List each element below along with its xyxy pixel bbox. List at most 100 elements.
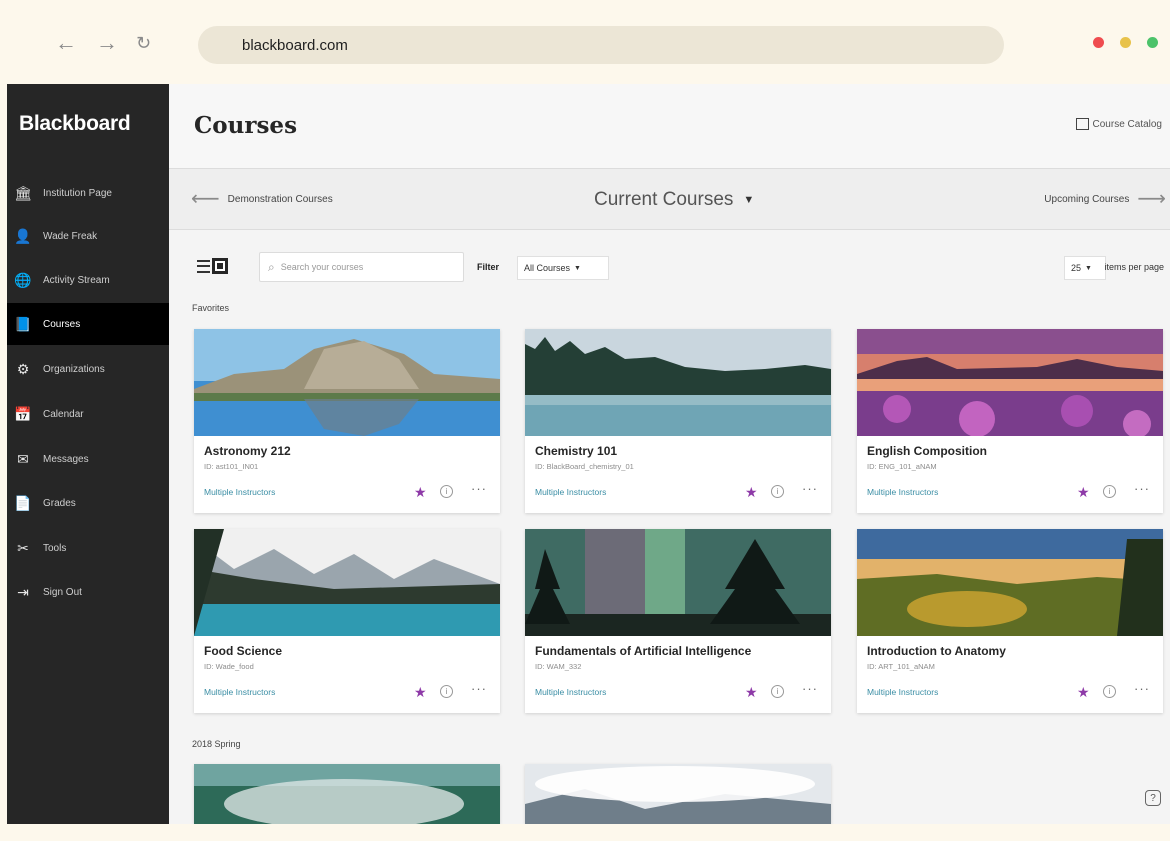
more-options-icon[interactable]: ···: [1134, 681, 1150, 696]
course-title[interactable]: English Composition: [867, 444, 987, 458]
sidebar-item-tools[interactable]: ✂ Tools: [7, 527, 169, 569]
more-options-icon[interactable]: ···: [471, 681, 487, 696]
course-instructors-link[interactable]: Multiple Instructors: [535, 687, 606, 697]
arrow-right-icon: ⟶: [1137, 188, 1166, 210]
favorite-star-icon[interactable]: ★: [1077, 684, 1090, 701]
sidebar: Blackboard 🏛 Institution Page 👤 Wade Fre…: [7, 84, 169, 824]
course-catalog-link[interactable]: Course Catalog: [1075, 118, 1162, 130]
list-view-icon[interactable]: [197, 259, 210, 273]
course-instructors-link[interactable]: Multiple Instructors: [204, 487, 275, 497]
browser-toolbar: ← → ↻ blackboard.com: [0, 0, 1170, 84]
course-card[interactable]: Chemistry 101 ID: BlackBoard_chemistry_0…: [525, 329, 831, 513]
more-options-icon[interactable]: ···: [802, 681, 818, 696]
favorite-star-icon[interactable]: ★: [1077, 484, 1090, 501]
grades-icon: 📄: [14, 494, 32, 511]
course-id: ID: BlackBoard_chemistry_01: [535, 462, 634, 471]
filter-dropdown[interactable]: All Courses ▼: [517, 256, 609, 280]
current-term-label: Current Courses: [594, 189, 734, 210]
course-card[interactable]: Fundamentals of Artificial Intelligence …: [525, 529, 831, 713]
sidebar-item-label: Courses: [43, 318, 81, 330]
course-title[interactable]: Introduction to Anatomy: [867, 644, 1006, 658]
url-text: blackboard.com: [242, 37, 348, 54]
sidebar-item-messages[interactable]: ✉ Messages: [7, 438, 169, 480]
more-options-icon[interactable]: ···: [1134, 481, 1150, 496]
tools-icon: ✂: [17, 539, 29, 556]
address-bar[interactable]: blackboard.com: [198, 26, 1004, 64]
course-search-input[interactable]: ⌕ Search your courses: [259, 252, 464, 282]
course-title[interactable]: Chemistry 101: [535, 444, 617, 458]
brand-logo[interactable]: Blackboard: [19, 112, 131, 136]
back-arrow-icon[interactable]: ←: [55, 32, 77, 54]
course-instructors-link[interactable]: Multiple Instructors: [867, 487, 938, 497]
next-term-button[interactable]: Upcoming Courses ⟶: [1044, 188, 1166, 210]
filter-value: All Courses: [524, 263, 571, 273]
course-image-hot-spring: [194, 764, 500, 824]
organizations-icon: ⚙: [16, 360, 30, 377]
info-icon[interactable]: i: [1103, 485, 1116, 498]
arrow-left-icon: ⟵: [191, 188, 220, 210]
course-instructors-link[interactable]: Multiple Instructors: [535, 487, 606, 497]
previous-term-label: Demonstration Courses: [227, 193, 333, 205]
course-image-forest-lake: [525, 329, 831, 436]
sidebar-item-label: Organizations: [43, 363, 105, 375]
reload-icon[interactable]: ↻: [136, 32, 151, 54]
calendar-icon: 📅: [14, 405, 32, 422]
favorite-star-icon[interactable]: ★: [414, 684, 427, 701]
items-per-page-dropdown[interactable]: 25 ▼: [1064, 256, 1106, 280]
sidebar-item-label: Institution Page: [43, 187, 112, 199]
course-id: ID: ART_101_aNAM: [867, 662, 935, 671]
sign-out-icon: ⇥: [17, 583, 29, 600]
forward-arrow-icon[interactable]: →: [96, 32, 118, 54]
app-window: Blackboard 🏛 Institution Page 👤 Wade Fre…: [7, 84, 1170, 824]
current-term-dropdown[interactable]: Current Courses ▼: [594, 189, 754, 211]
course-card[interactable]: Astronomy 212 ID: ast101_IN01 Multiple I…: [194, 329, 500, 513]
sidebar-item-activity-stream[interactable]: 🌐 Activity Stream: [7, 259, 169, 301]
info-icon[interactable]: i: [771, 685, 784, 698]
info-icon[interactable]: i: [440, 485, 453, 498]
course-image-aurora-trees: [525, 529, 831, 636]
sidebar-item-grades[interactable]: 📄 Grades: [7, 482, 169, 524]
favorite-star-icon[interactable]: ★: [414, 484, 427, 501]
sidebar-item-institution-page[interactable]: 🏛 Institution Page: [7, 172, 169, 214]
favorite-star-icon[interactable]: ★: [745, 684, 758, 701]
main-content: Courses Course Catalog ⟵ Demonstration C…: [169, 84, 1170, 824]
course-instructors-link[interactable]: Multiple Instructors: [204, 687, 275, 697]
sidebar-item-label: Sign Out: [43, 586, 82, 598]
course-card[interactable]: English Composition ID: ENG_101_aNAM Mul…: [857, 329, 1163, 513]
items-per-page-label: items per page: [1104, 262, 1164, 272]
course-title[interactable]: Fundamentals of Artificial Intelligence: [535, 644, 751, 658]
info-icon[interactable]: i: [440, 685, 453, 698]
sidebar-item-profile[interactable]: 👤 Wade Freak: [7, 215, 169, 257]
favorite-star-icon[interactable]: ★: [745, 484, 758, 501]
window-dot-yellow[interactable]: [1120, 37, 1131, 48]
course-catalog-label: Course Catalog: [1092, 118, 1162, 130]
sidebar-item-label: Messages: [43, 453, 89, 465]
previous-term-button[interactable]: ⟵ Demonstration Courses: [191, 188, 333, 210]
filter-label: Filter: [477, 262, 500, 272]
section-label-favorites: Favorites: [192, 303, 230, 313]
user-icon: 👤: [14, 227, 32, 244]
help-icon[interactable]: ?: [1145, 790, 1161, 806]
info-icon[interactable]: i: [771, 485, 784, 498]
info-icon[interactable]: i: [1103, 685, 1116, 698]
sidebar-item-sign-out[interactable]: ⇥ Sign Out: [7, 571, 169, 613]
more-options-icon[interactable]: ···: [802, 481, 818, 496]
course-title[interactable]: Astronomy 212: [204, 444, 291, 458]
window-dot-green[interactable]: [1147, 37, 1158, 48]
course-title[interactable]: Food Science: [204, 644, 282, 658]
sidebar-item-courses[interactable]: 📘 Courses: [7, 303, 169, 345]
sidebar-item-calendar[interactable]: 📅 Calendar: [7, 393, 169, 435]
sidebar-item-organizations[interactable]: ⚙ Organizations: [7, 348, 169, 390]
more-options-icon[interactable]: ···: [471, 481, 487, 496]
course-card[interactable]: Introduction to Anatomy ID: ART_101_aNAM…: [857, 529, 1163, 713]
course-card[interactable]: [525, 764, 831, 824]
grid-view-icon[interactable]: [212, 258, 228, 274]
course-card[interactable]: [194, 764, 500, 824]
course-card[interactable]: Food Science ID: Wade_food Multiple Inst…: [194, 529, 500, 713]
window-dot-red[interactable]: [1093, 37, 1104, 48]
sidebar-item-label: Calendar: [43, 408, 84, 420]
sidebar-item-label: Wade Freak: [43, 230, 98, 242]
institution-icon: 🏛: [14, 184, 32, 201]
globe-icon: 🌐: [14, 271, 32, 288]
course-instructors-link[interactable]: Multiple Instructors: [867, 687, 938, 697]
